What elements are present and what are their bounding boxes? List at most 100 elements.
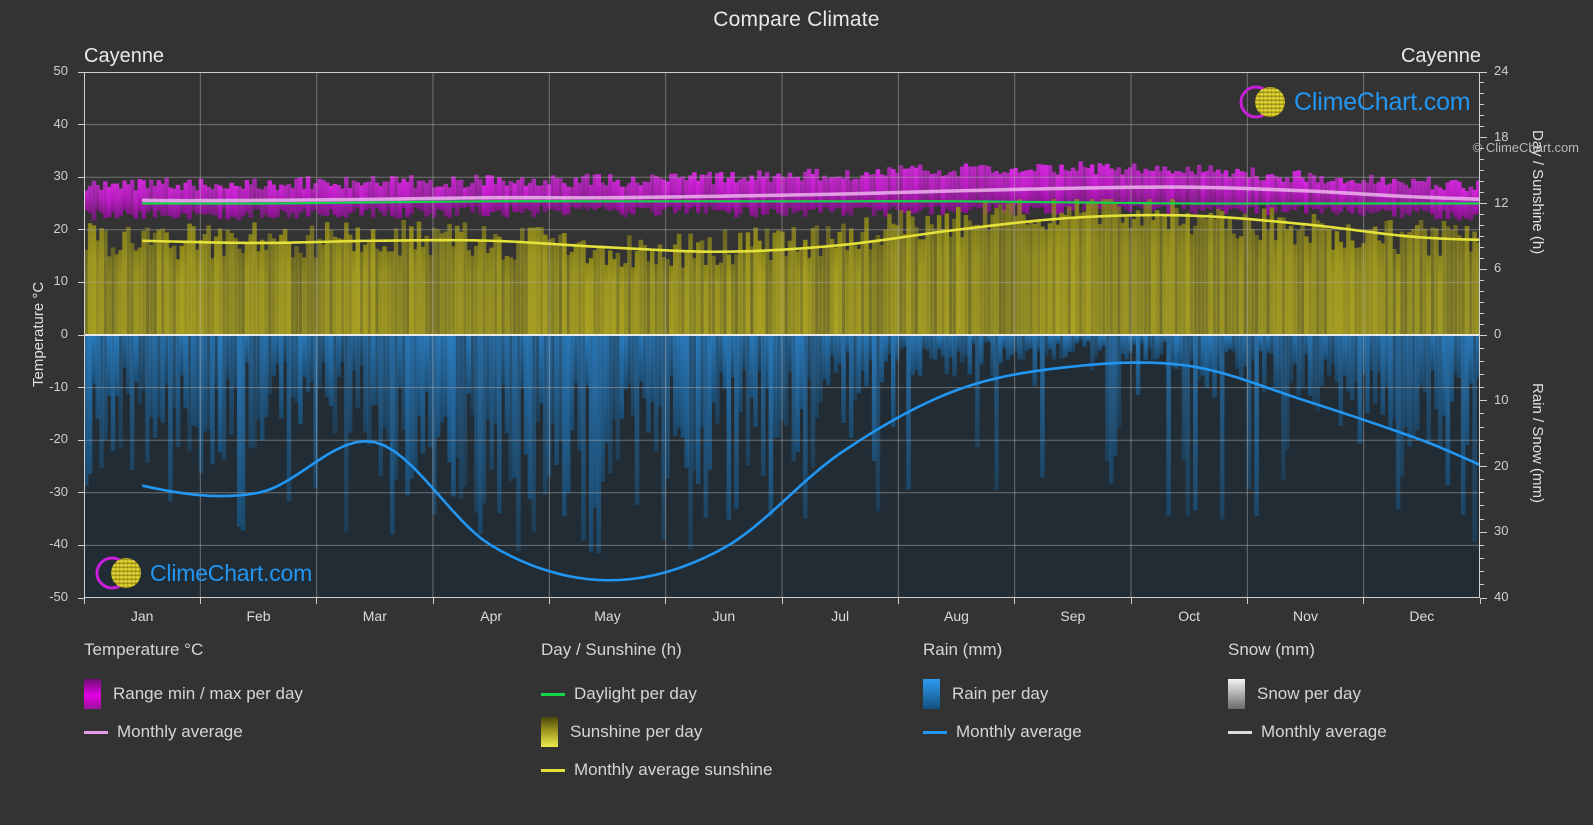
legend-group-title: Temperature °C — [84, 640, 204, 659]
legend-group-day-sunshine-h: Day / Sunshine (h) Daylight per day Sunshi… — [541, 640, 772, 789]
x-axis-tickmark — [665, 598, 667, 604]
legend-line-icon — [84, 730, 108, 734]
x-axis-month-mar: Mar — [362, 608, 387, 624]
y-axis-minor-tick-right — [1480, 558, 1484, 560]
legend-rain[interactable]: Rain per day — [923, 675, 1082, 713]
y-axis-tickmark-right-top — [1480, 137, 1487, 139]
x-axis-tickmark — [897, 598, 899, 604]
legend-item-label: Range min / max per day — [113, 684, 303, 703]
y-axis-minor-tick-right — [1480, 373, 1484, 375]
x-axis-month-feb: Feb — [246, 608, 271, 624]
y-axis-tickmark-right-bottom — [1480, 597, 1487, 599]
legend-item-label: Monthly average — [1261, 722, 1387, 741]
y-axis-minor-tick-right — [1480, 426, 1484, 428]
y-axis-title-left: Temperature °C — [30, 281, 47, 387]
city-label-right: Cayenne — [1400, 45, 1481, 67]
x-axis-month-nov: Nov — [1293, 608, 1318, 624]
y-axis-tick-right-top: 6 — [1494, 260, 1502, 276]
y-axis-minor-tick-right — [1480, 279, 1484, 281]
chart-canvas — [84, 72, 1480, 598]
y-axis-minor-tick-right — [1480, 93, 1484, 95]
x-axis-month-jul: Jul — [831, 608, 850, 624]
y-axis-tick-left: -20 — [49, 431, 68, 447]
y-axis-tickmark-right-bottom — [1480, 466, 1487, 467]
y-axis-tickmark-left — [78, 229, 84, 231]
y-axis-minor-tick-right — [1480, 544, 1484, 546]
x-axis-month-jun: Jun — [712, 608, 736, 624]
y-axis-title-right-bottom: Rain / Snow (mm) — [1529, 383, 1546, 504]
x-axis-tickmark — [1246, 598, 1248, 604]
legend-group-snow-mm: Snow (mm) Snow per day Monthly average — [1228, 640, 1387, 751]
x-axis-month-sep: Sep — [1060, 608, 1086, 624]
y-axis-minor-tick-right — [1480, 505, 1484, 507]
y-axis-minor-tick-right — [1480, 246, 1484, 248]
x-axis-tickmark — [1363, 598, 1365, 604]
y-axis-minor-tick-right — [1480, 492, 1484, 494]
legend-item-label: Daylight per day — [574, 684, 697, 703]
x-axis-month-may: May — [594, 608, 621, 624]
y-axis-minor-tick-right — [1480, 290, 1484, 292]
legend-group-temperature-c: Temperature °C Range min / max per day Mon… — [84, 640, 303, 751]
legend-snow[interactable]: Snow per day — [1228, 675, 1387, 713]
y-axis-tickmark-left — [78, 124, 84, 126]
x-axis-tickmark — [83, 598, 85, 604]
y-axis-minor-tick-right — [1480, 192, 1484, 194]
x-axis-tickmark — [199, 598, 201, 604]
y-axis-tickmark-right-top — [1480, 334, 1487, 336]
legend-swatch-icon — [1228, 679, 1245, 709]
city-label-left: Cayenne — [84, 45, 165, 67]
legend-snow-average[interactable]: Monthly average — [1228, 713, 1387, 751]
x-axis-tickmark — [432, 598, 434, 604]
legend-item-label: Sunshine per day — [570, 722, 703, 741]
y-axis-minor-tick-right — [1480, 323, 1484, 325]
x-axis-month-aug: Aug — [944, 608, 969, 624]
legend-group-title: Snow (mm) — [1228, 640, 1315, 659]
y-axis-tickmark-left — [78, 281, 84, 283]
y-axis-tick-left: 50 — [53, 63, 68, 78]
y-axis-tickmark-right-bottom — [1480, 531, 1487, 533]
legend-daylight[interactable]: Daylight per day — [541, 675, 772, 713]
y-axis-minor-tick-right — [1480, 479, 1484, 481]
legend-sunshine-average[interactable]: Monthly average sunshine — [541, 751, 772, 789]
y-axis-minor-tick-right — [1480, 159, 1484, 161]
y-axis-tickmark-right-top — [1480, 203, 1487, 204]
y-axis-tick-left: -50 — [49, 589, 68, 604]
x-axis-tickmark — [548, 598, 550, 604]
legend-item-label: Snow per day — [1257, 684, 1361, 703]
legend-line-icon — [541, 692, 565, 696]
chart-plot-area — [84, 72, 1480, 598]
legend-temp-average[interactable]: Monthly average — [84, 713, 303, 751]
x-axis-tickmark — [1479, 598, 1481, 604]
x-axis-tickmark — [1014, 598, 1016, 604]
y-axis-minor-tick-right — [1480, 347, 1484, 349]
y-axis-tick-right-bottom: 40 — [1494, 589, 1509, 604]
legend-swatch-icon — [923, 679, 940, 709]
y-axis-tick-left: 30 — [53, 168, 68, 184]
y-axis-tickmark-left — [78, 334, 84, 336]
y-axis-minor-tick-right — [1480, 126, 1484, 128]
legend-item-label: Monthly average — [956, 722, 1082, 741]
y-axis-minor-tick-right — [1480, 235, 1484, 237]
chart-legend: Temperature °C Range min / max per day Mon… — [0, 640, 1593, 825]
legend-group-rain-mm: Rain (mm) Rain per day Monthly average — [923, 640, 1082, 751]
y-axis-tickmark-right-top — [1480, 268, 1487, 270]
y-axis-minor-tick-right — [1480, 115, 1484, 117]
y-axis-tick-left: 40 — [53, 115, 68, 131]
x-axis-tickmark — [316, 598, 318, 604]
y-axis-tickmark-left — [78, 492, 84, 494]
legend-item-label: Rain per day — [952, 684, 1049, 703]
legend-swatch-icon — [541, 717, 558, 747]
y-axis-minor-tick-right — [1480, 571, 1484, 573]
y-axis-minor-tick-right — [1480, 82, 1484, 84]
legend-line-icon — [923, 730, 947, 734]
legend-line-icon — [1228, 730, 1252, 734]
legend-sunshine[interactable]: Sunshine per day — [541, 713, 772, 751]
legend-temp-range[interactable]: Range min / max per day — [84, 675, 303, 713]
x-axis-month-apr: Apr — [480, 608, 503, 624]
x-axis-tickmark — [1130, 598, 1132, 604]
legend-group-title: Rain (mm) — [923, 640, 1003, 659]
y-axis-minor-tick-right — [1480, 413, 1484, 415]
legend-rain-average[interactable]: Monthly average — [923, 713, 1082, 751]
y-axis-minor-tick-right — [1480, 301, 1484, 303]
y-axis-tick-right-top: 0 — [1494, 326, 1502, 341]
